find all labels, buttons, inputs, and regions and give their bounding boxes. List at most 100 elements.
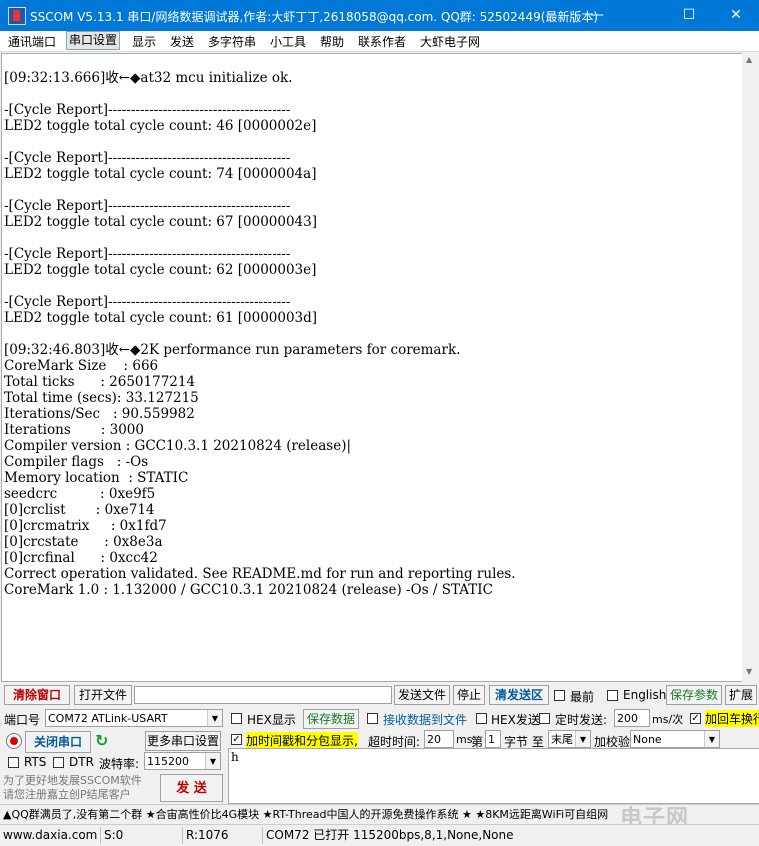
receive-line: -[Cycle Report]-------------------------…: [4, 102, 291, 118]
receive-line: [0]crcstate : 0x8e3a: [4, 534, 163, 550]
status-sent: S:0: [100, 827, 174, 844]
port-select[interactable]: COM72 ATLink-USART ▼: [45, 709, 223, 727]
send-text-area[interactable]: h: [228, 748, 759, 804]
receive-line: Iterations : 3000: [4, 422, 144, 438]
expand-button[interactable]: 扩展: [725, 685, 757, 705]
add-crlf-label: 加回车换行: [705, 710, 759, 727]
menu-send[interactable]: 发送: [168, 33, 196, 50]
rts-checkbox[interactable]: [8, 757, 19, 768]
timestamp-label: 加时间戳和分包显示,: [246, 732, 358, 749]
vertical-scrollbar[interactable]: ▲ ▼: [742, 53, 758, 682]
port-label: 端口号: [4, 713, 41, 727]
menu-tools[interactable]: 小工具: [268, 33, 308, 50]
rts-label: RTS: [24, 755, 47, 769]
baud-select[interactable]: 115200 ▼: [144, 752, 221, 770]
refresh-icon[interactable]: ↻: [95, 731, 108, 750]
save-data-button[interactable]: 保存数据: [303, 709, 359, 729]
timeout-unit: ms: [456, 733, 473, 746]
send-text: h: [231, 750, 239, 764]
menu-port-settings[interactable]: 串口设置: [66, 31, 121, 50]
checksum-select[interactable]: None ▼: [630, 730, 720, 748]
status-bar: www.daxia.com S:0 R:1076 COM72 已打开 11520…: [0, 824, 759, 846]
hex-send-checkbox[interactable]: [476, 713, 487, 724]
add-crlf-checkbox[interactable]: ✓: [690, 713, 701, 724]
port-value: COM72 ATLink-USART: [48, 712, 168, 725]
status-port-info: COM72 已打开 115200bps,8,1,None,None: [262, 827, 514, 844]
end-select[interactable]: 末尾 ▼: [548, 730, 591, 748]
send-button[interactable]: 发 送: [160, 774, 223, 802]
receive-line: [0]crcmatrix : 0x1fd7: [4, 518, 167, 534]
close-icon[interactable]: ✕: [713, 0, 759, 31]
chevron-down-icon[interactable]: ▼: [205, 753, 220, 769]
menu-contact-author[interactable]: 联系作者: [356, 33, 408, 50]
window-title: SSCOM V5.13.1 串口/网络数据调试器,作者:大虾丁丁,2618058…: [30, 10, 599, 24]
byte-index-input[interactable]: 1: [485, 730, 501, 748]
save-params-button[interactable]: 保存参数: [666, 685, 722, 705]
hex-display-label: HEX显示: [247, 713, 296, 727]
timestamp-checkbox[interactable]: ✓: [231, 734, 242, 745]
receive-line: [0]crcfinal : 0xcc42: [4, 550, 158, 566]
receive-line: [0]crclist : 0xe714: [4, 502, 155, 518]
baud-label: 波特率:: [99, 757, 140, 771]
receive-line: LED2 toggle total cycle count: 74 [00000…: [4, 166, 317, 182]
receive-line: -[Cycle Report]-------------------------…: [4, 246, 291, 262]
receive-line: [09:32:46.803]收←◆2K performance run para…: [4, 342, 461, 358]
menu-daxia-website[interactable]: 大虾电子网: [418, 33, 482, 50]
english-checkbox[interactable]: [607, 690, 618, 701]
chevron-down-icon[interactable]: ▼: [575, 731, 590, 747]
chevron-down-icon[interactable]: ▼: [207, 710, 222, 726]
timed-send-checkbox[interactable]: [539, 713, 550, 724]
receive-line: -[Cycle Report]-------------------------…: [4, 150, 291, 166]
app-icon: [8, 7, 26, 25]
minimize-icon[interactable]: —: [574, 0, 620, 31]
send-file-button[interactable]: 发送文件: [394, 685, 450, 705]
dtr-checkbox[interactable]: [53, 757, 64, 768]
menu-help[interactable]: 帮助: [318, 33, 346, 50]
chevron-down-icon[interactable]: ▼: [704, 731, 719, 747]
menu-display[interactable]: 显示: [130, 33, 158, 50]
clear-send-button[interactable]: 清发送区: [489, 685, 549, 705]
recv-to-file-checkbox[interactable]: [367, 713, 378, 724]
maximize-icon[interactable]: ☐: [666, 0, 712, 31]
red-dot-icon: [10, 737, 18, 745]
interval-unit: ms/次: [652, 713, 684, 726]
ticker-text: ▲QQ群满员了,没有第二个群 ★合宙高性价比4G模块 ★RT-Thread中国人…: [3, 808, 609, 821]
receive-line: Memory location : STATIC: [4, 470, 189, 486]
receive-text-area[interactable]: [09:32:13.666]收←◆at32 mcu initialize ok.…: [1, 53, 743, 682]
receive-line: Total ticks : 2650177214: [4, 374, 196, 390]
file-path-input[interactable]: [134, 686, 392, 704]
receive-line: Correct operation validated. See README.…: [4, 566, 516, 582]
status-received: R:1076: [182, 827, 256, 844]
front-most-checkbox[interactable]: [554, 690, 565, 701]
recv-to-file-label: 接收数据到文件: [383, 713, 468, 727]
receive-line: seedcrc : 0xe9f5: [4, 486, 156, 502]
stop-button[interactable]: 停止: [453, 685, 485, 705]
open-file-button[interactable]: 打开文件: [74, 685, 132, 705]
status-website[interactable]: www.daxia.com: [0, 827, 97, 844]
scroll-up-icon[interactable]: ▲: [746, 55, 752, 64]
interval-input[interactable]: 200: [614, 709, 650, 727]
english-label: English: [623, 688, 667, 702]
receive-line: -[Cycle Report]-------------------------…: [4, 198, 291, 214]
close-port-button[interactable]: 关闭串口: [25, 731, 91, 753]
hex-send-label: HEX发送: [491, 713, 540, 727]
receive-line: CoreMark 1.0 : 1.132000 / GCC10.3.1 2021…: [4, 582, 493, 598]
front-most-label: 最前: [570, 690, 595, 704]
more-port-settings-button[interactable]: 更多串口设置: [145, 731, 221, 751]
menu-multi-string[interactable]: 多字符串: [206, 33, 258, 50]
scroll-down-icon[interactable]: ▼: [746, 667, 752, 676]
dtr-label: DTR: [69, 755, 94, 769]
timeout-input[interactable]: 20: [424, 730, 454, 748]
receive-line: LED2 toggle total cycle count: 67 [00000…: [4, 214, 317, 230]
promo-text[interactable]: 为了更好地发展SSCOM软件 请您注册嘉立创P结尾客户: [3, 774, 142, 802]
receive-line: -[Cycle Report]-------------------------…: [4, 294, 291, 310]
port-status-indicator: [6, 733, 22, 749]
checksum-value: None: [633, 733, 662, 746]
title-bar: SSCOM V5.13.1 串口/网络数据调试器,作者:大虾丁丁,2618058…: [0, 0, 759, 31]
end-value: 末尾: [551, 733, 573, 746]
receive-line: Compiler flags : -Os: [4, 454, 149, 470]
menu-bar: 通讯端口 串口设置 显示 发送 多字符串 小工具 帮助 联系作者 大虾电子网: [0, 31, 759, 52]
hex-display-checkbox[interactable]: [231, 713, 242, 724]
menu-comm-port[interactable]: 通讯端口: [6, 33, 58, 50]
clear-window-button[interactable]: 清除窗口: [4, 685, 70, 705]
